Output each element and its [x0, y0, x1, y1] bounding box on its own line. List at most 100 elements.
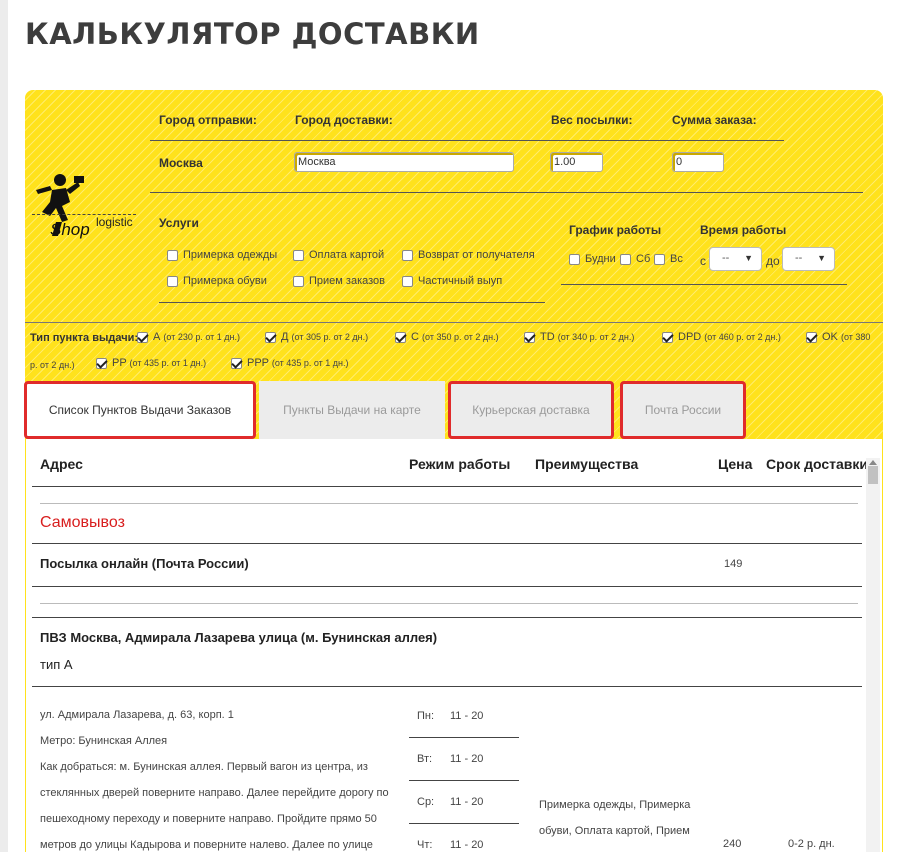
hours-day: Пн: [417, 710, 435, 722]
checkbox[interactable] [662, 331, 673, 343]
checkbox[interactable] [167, 249, 178, 261]
point-benefits-line: обуви, Оплата картой, Прием [539, 825, 690, 837]
checkbox[interactable] [231, 357, 242, 369]
tab-russian-post[interactable]: Почта России [620, 381, 746, 439]
time-from-select[interactable]: -- ▼ [709, 247, 762, 271]
pickup-type-d[interactable]: Д (от 305 р. от 2 дн.) [265, 331, 368, 343]
column-header-benefits: Преимущества [535, 456, 639, 472]
weight-input[interactable] [550, 152, 603, 172]
time-to-select[interactable]: -- ▼ [782, 247, 835, 271]
service-return[interactable]: Возврат от получателя [402, 249, 535, 261]
checkbox[interactable] [293, 275, 304, 287]
point-term: 0-2 р. дн. [788, 838, 835, 850]
section-title-pickup: Самовывоз [40, 514, 125, 531]
sum-input[interactable] [672, 152, 724, 172]
checkbox[interactable] [395, 331, 406, 343]
tab-pickup-map[interactable]: Пункты Выдачи на карте [259, 381, 445, 439]
pickup-type-c[interactable]: С (от 350 р. от 2 дн.) [395, 331, 499, 343]
service-fitting-clothes[interactable]: Примерка одежды [167, 249, 277, 261]
logo-subtext: logistic [96, 215, 133, 229]
checkbox[interactable] [524, 331, 535, 343]
divider [409, 737, 519, 738]
hours-time: 11 - 20 [450, 710, 484, 722]
checkbox[interactable] [654, 253, 665, 265]
divider [25, 322, 883, 323]
time-title: Время работы [700, 223, 787, 237]
shop-logo: Shop logistic [32, 172, 137, 242]
checkbox[interactable] [806, 331, 817, 343]
pickup-type-ppp[interactable]: PPP (от 435 р. от 1 дн.) [231, 357, 348, 369]
online-parcel-name: Посылка онлайн (Почта России) [40, 556, 249, 571]
pickup-type-a[interactable]: А (от 230 р. от 1 дн.) [137, 331, 240, 343]
schedule-saturday[interactable]: Сб [620, 253, 650, 265]
service-order-acceptance[interactable]: Прием заказов [293, 275, 385, 287]
time-to-prefix: до [766, 254, 780, 268]
point-metro: Метро: Бунинская Аллея [40, 735, 168, 747]
point-directions-line: пешеходному переходу и поверните направо… [40, 813, 377, 825]
from-city-value: Москва [159, 156, 203, 170]
checkbox[interactable] [569, 253, 580, 265]
pickup-type-dpd[interactable]: DPD (от 460 р. от 2 дн.) [662, 331, 781, 343]
point-benefits-line: Примерка одежды, Примерка [539, 799, 691, 811]
column-header-hours: Режим работы [409, 456, 511, 472]
point-directions-line: Как добраться: м. Бунинская аллея. Первы… [40, 761, 368, 773]
point-price: 240 [723, 838, 742, 850]
divider [32, 586, 862, 587]
tab-pickup-list[interactable]: Список Пунктов Выдачи Заказов [24, 381, 256, 439]
schedule-weekdays[interactable]: Будни [569, 253, 616, 265]
divider [40, 503, 858, 504]
checkbox[interactable] [265, 331, 276, 343]
divider [409, 780, 519, 781]
divider [561, 284, 847, 285]
time-from-prefix: с [700, 254, 706, 268]
checkbox[interactable] [620, 253, 631, 265]
pickup-type-pp[interactable]: PP (от 435 р. от 1 дн.) [96, 357, 206, 369]
hours-time: 11 - 20 [450, 753, 484, 765]
point-address: ул. Адмирала Лазарева, д. 63, корп. 1 [40, 709, 234, 721]
divider [32, 543, 862, 544]
to-city-input[interactable] [294, 152, 514, 172]
divider [409, 823, 519, 824]
scroll-up-icon[interactable] [869, 460, 877, 465]
checkbox[interactable] [96, 357, 107, 369]
point-directions-line: стеклянных дверей поверните направо. Дал… [40, 787, 389, 799]
from-city-label: Город отправки: [159, 113, 257, 127]
point-directions-line: метров до улицы Кадырова и поверните нал… [40, 839, 373, 851]
column-header-price: Цена [718, 456, 753, 472]
column-header-term: Срок доставки [766, 456, 869, 472]
pickup-type-td[interactable]: TD (от 340 р. от 2 дн.) [524, 331, 634, 343]
divider [32, 486, 862, 487]
schedule-sunday[interactable]: Вс [654, 253, 683, 265]
logo-text: Shop [50, 220, 90, 239]
checkbox[interactable] [137, 331, 148, 343]
sum-label: Сумма заказа: [672, 113, 757, 127]
tab-courier[interactable]: Курьерская доставка [448, 381, 614, 439]
hours-day: Вт: [417, 753, 433, 765]
table-scrollbar[interactable] [866, 458, 880, 852]
pickup-type-label: Тип пункта выдачи: [30, 332, 139, 344]
hours-day: Ср: [417, 796, 435, 808]
column-header-address: Адрес [40, 456, 83, 472]
service-fitting-shoes[interactable]: Примерка обуви [167, 275, 267, 287]
weight-label: Вес посылки: [551, 113, 633, 127]
checkbox[interactable] [167, 275, 178, 287]
point-type: тип А [40, 657, 73, 672]
checkbox[interactable] [402, 249, 413, 261]
divider [32, 686, 862, 687]
page-title: КАЛЬКУЛЯТОР ДОСТАВКИ [25, 17, 480, 51]
checkbox[interactable] [293, 249, 304, 261]
pickup-type-ok-continued: р. от 2 дн.) [30, 360, 75, 370]
hours-time: 11 - 20 [450, 839, 484, 851]
point-name: ПВЗ Москва, Адмирала Лазарева улица (м. … [40, 630, 438, 645]
divider [150, 140, 784, 141]
to-city-label: Город доставки: [295, 113, 393, 127]
divider [150, 192, 863, 193]
divider [32, 617, 862, 618]
service-partial-buyout[interactable]: Частичный выуп [402, 275, 502, 287]
pickup-type-ok[interactable]: OK (от 380 [806, 331, 870, 343]
chevron-down-icon: ▼ [817, 253, 826, 263]
services-title: Услуги [159, 216, 199, 230]
checkbox[interactable] [402, 275, 413, 287]
scrollbar-thumb[interactable] [868, 466, 878, 484]
service-card-payment[interactable]: Оплата картой [293, 249, 384, 261]
